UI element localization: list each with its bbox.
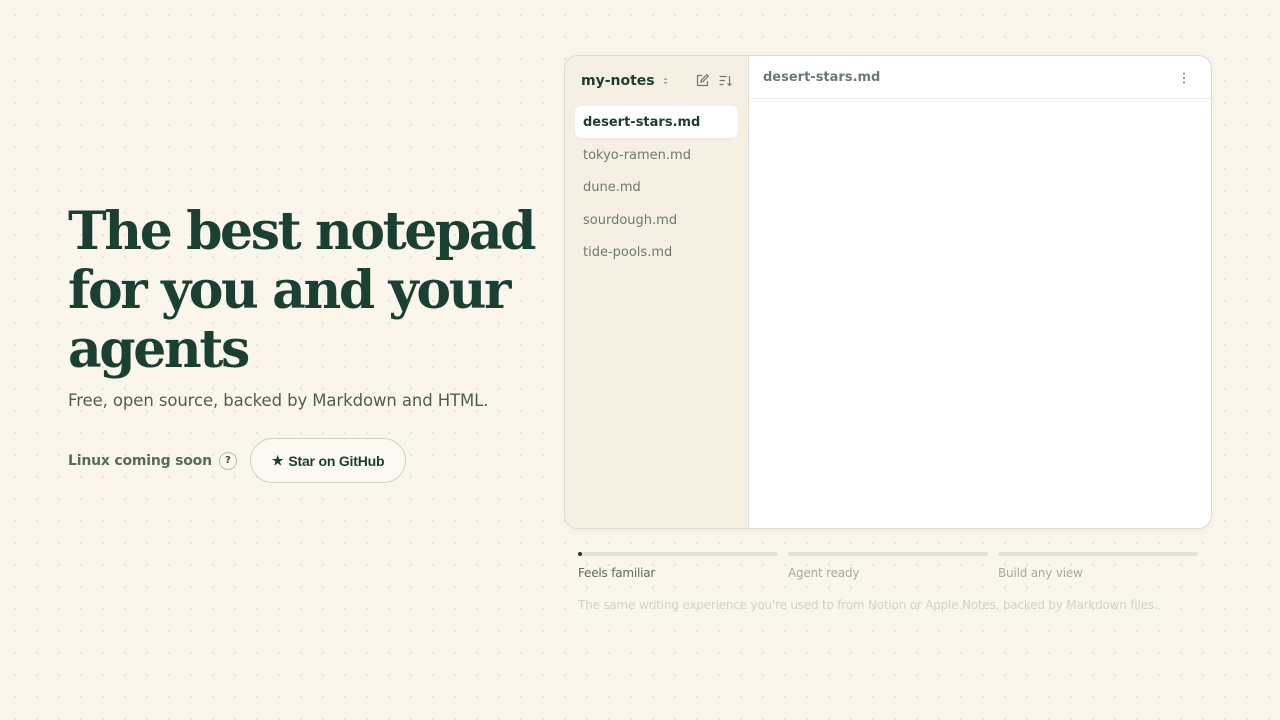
feature-step-agent-ready[interactable]: Agent ready xyxy=(788,552,988,580)
star-icon: ★ xyxy=(271,452,284,468)
feature-label: Agent ready xyxy=(788,566,860,580)
chevron-up-down-icon[interactable] xyxy=(663,77,668,85)
editor-pane: desert-stars.md xyxy=(749,56,1211,528)
more-vertical-icon[interactable] xyxy=(1177,70,1191,84)
sort-icon[interactable] xyxy=(718,73,733,88)
editor-body[interactable] xyxy=(749,99,1211,527)
feature-step-build-any-view[interactable]: Build any view xyxy=(998,552,1198,580)
editor-header: desert-stars.md xyxy=(749,56,1211,99)
feature-progress-bar xyxy=(578,552,778,556)
sidebar-actions xyxy=(695,73,733,88)
star-on-github-button[interactable]: ★ Star on GitHub xyxy=(249,438,407,483)
help-icon[interactable]: ? xyxy=(218,451,237,470)
editor-file-title: desert-stars.md xyxy=(763,69,881,85)
feature-progress-bar xyxy=(998,552,1198,556)
feature-progress-bar xyxy=(788,552,988,556)
file-item-tokyo-ramen[interactable]: tokyo-ramen.md xyxy=(575,140,738,170)
sidebar: my-notes desert-stars.md tokyo-ramen.md … xyxy=(565,56,749,528)
star-on-github-label: Star on GitHub xyxy=(288,452,385,469)
feature-description: The same writing experience you're used … xyxy=(578,598,1158,612)
hero-section: The best notepad for you and your agents… xyxy=(68,202,538,483)
cta-row: Linux coming soon ? ★ Star on GitHub xyxy=(68,438,538,483)
file-item-tide-pools[interactable]: tide-pools.md xyxy=(575,238,738,268)
file-item-desert-stars[interactable]: desert-stars.md xyxy=(575,106,738,138)
file-list: desert-stars.md tokyo-ramen.md dune.md s… xyxy=(565,106,748,268)
hero-title-line-3: agents xyxy=(68,319,250,380)
file-item-dune[interactable]: dune.md xyxy=(575,173,738,203)
workspace-name[interactable]: my-notes xyxy=(581,73,655,89)
feature-tracks: Feels familiar Agent ready Build any vie… xyxy=(578,552,1200,580)
hero-title-line-1: The best notepad xyxy=(68,201,537,262)
new-note-icon[interactable] xyxy=(695,73,710,88)
sidebar-header: my-notes xyxy=(565,56,748,106)
feature-label: Build any view xyxy=(998,566,1083,580)
hero-title: The best notepad for you and your agents xyxy=(68,202,538,379)
feature-progress-fill xyxy=(578,552,582,556)
feature-label: Feels familiar xyxy=(578,566,656,580)
feature-steps: Feels familiar Agent ready Build any vie… xyxy=(578,552,1200,612)
app-preview-window: my-notes desert-stars.md tokyo-ramen.md … xyxy=(564,55,1212,529)
hero-subtitle: Free, open source, backed by Markdown an… xyxy=(68,391,489,410)
feature-step-feels-familiar[interactable]: Feels familiar xyxy=(578,552,778,580)
linux-coming-soon-label: Linux coming soon xyxy=(68,452,212,469)
hero-title-line-2: for you and your xyxy=(68,260,511,321)
file-item-sourdough[interactable]: sourdough.md xyxy=(575,205,738,235)
